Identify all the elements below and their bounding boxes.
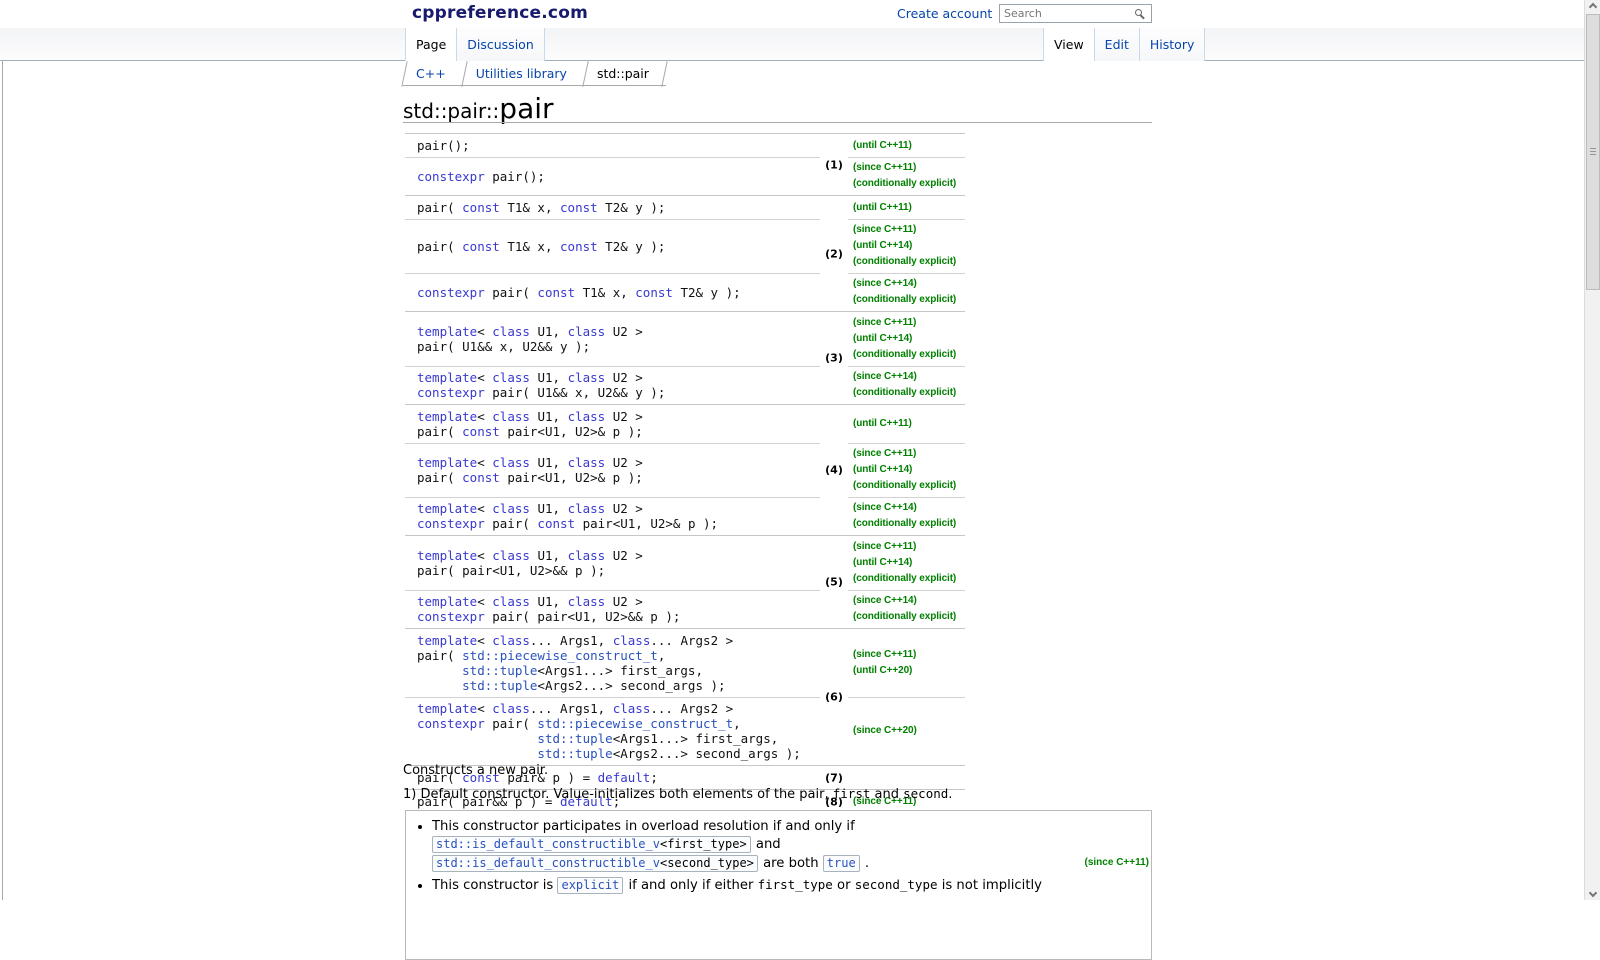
breadcrumb-utilities-library[interactable]: Utilities library — [463, 62, 584, 86]
breadcrumb: C++ Utilities library std::pair — [403, 62, 666, 86]
code-cell: template< class... Args1, class... Args2… — [405, 629, 820, 697]
code-cell: pair( const T1& x, const T2& y ); — [405, 235, 820, 258]
code-cell: template< class U1, class U2 > constexpr… — [405, 590, 820, 628]
version-marks — [848, 775, 965, 781]
inline-code-second: second — [903, 786, 948, 801]
overload-resolution-note-box: This constructor participates in overloa… — [405, 810, 1152, 960]
page-tabs: Page Discussion — [405, 28, 545, 61]
is-default-constructible-link[interactable]: std::is_default_constructible_v — [436, 856, 660, 870]
declaration-row: template< class U1, class U2 > pair( con… — [405, 443, 965, 497]
page-title-main: pair — [499, 92, 553, 125]
site-header: cppreference.com Create account — [0, 0, 1584, 28]
tab-edit[interactable]: Edit — [1094, 28, 1139, 61]
declaration-row: pair( const T1& x, const T2& y ); (until… — [405, 196, 965, 219]
scroll-up-icon[interactable] — [1588, 3, 1596, 11]
code-cell: template< class U1, class U2 > pair( con… — [405, 451, 820, 489]
vertical-scrollbar[interactable] — [1584, 0, 1600, 900]
declaration-table: (1) pair(); (until C++11) constexpr pair… — [405, 133, 965, 814]
code-cell: template< class U1, class U2 > pair( pai… — [405, 544, 820, 582]
note-item-2: This constructor is explicit if and only… — [432, 876, 1151, 895]
intro-paragraph: Constructs a new pair. — [403, 763, 548, 778]
declaration-row: template< class U1, class U2 > pair( pai… — [405, 536, 965, 590]
code-cell: constexpr pair(); — [405, 165, 820, 188]
inline-code-second-type: second_type — [855, 877, 938, 892]
code-cell: pair(); — [405, 134, 820, 157]
site-logo[interactable]: cppreference.com — [412, 3, 588, 23]
page-title: std::pair::pair — [403, 88, 554, 126]
version-marks: (since C++14) (conditionally explicit) — [848, 366, 965, 404]
declaration-row: pair(); (until C++11) — [405, 134, 965, 157]
code-box-is-default-constructible-first: std::is_default_constructible_v<first_ty… — [432, 836, 751, 853]
breadcrumb-cpp[interactable]: C++ — [403, 62, 463, 86]
version-mark: (since C++11) — [1085, 854, 1149, 871]
content-left-border — [2, 23, 3, 900]
declaration-row: template< class U1, class U2 > constexpr… — [405, 497, 965, 535]
declaration-group: (3) template< class U1, class U2 > pair(… — [405, 311, 965, 404]
inline-code-first-type: first_type — [758, 877, 833, 892]
code-cell: constexpr pair( const T1& x, const T2& y… — [405, 281, 820, 304]
declaration-row: template< class... Args1, class... Args2… — [405, 629, 965, 697]
code-box-explicit[interactable]: explicit — [557, 877, 623, 894]
declaration-group: (5) template< class U1, class U2 > pair(… — [405, 535, 965, 628]
overload-1-description: 1) Default constructor. Value-initialize… — [403, 786, 952, 802]
tab-bar: Page Discussion View Edit History — [0, 28, 1584, 61]
inline-code-first: first — [833, 786, 871, 801]
code-cell: template< class U1, class U2 > pair( con… — [405, 405, 820, 443]
declaration-row: constexpr pair( const T1& x, const T2& y… — [405, 273, 965, 311]
declaration-group: (2) pair( const T1& x, const T2& y ); (u… — [405, 195, 965, 311]
action-tabs: View Edit History — [1043, 28, 1205, 61]
version-marks: (since C++11) (until C++14) (conditional… — [848, 219, 965, 273]
version-marks: (since C++11) (conditionally explicit) — [848, 157, 965, 195]
code-box-is-default-constructible-second: std::is_default_constructible_v<second_t… — [432, 855, 758, 872]
version-marks: (since C++11) (until C++20) — [848, 644, 965, 682]
version-marks: (since C++14) (conditionally explicit) — [848, 497, 965, 535]
declaration-row: template< class U1, class U2 > constexpr… — [405, 590, 965, 628]
code-cell: template< class U1, class U2 > constexpr… — [405, 366, 820, 404]
search-box[interactable] — [999, 4, 1152, 23]
tab-page[interactable]: Page — [405, 28, 456, 61]
code-cell: template< class U1, class U2 > pair( U1&… — [405, 320, 820, 358]
tab-discussion[interactable]: Discussion — [456, 28, 544, 61]
version-marks: (since C++14) (conditionally explicit) — [848, 273, 965, 311]
declaration-row: template< class... Args1, class... Args2… — [405, 697, 965, 765]
tab-history[interactable]: History — [1139, 28, 1205, 61]
title-rule — [403, 122, 1152, 123]
note-item-1: This constructor participates in overloa… — [432, 818, 1151, 873]
breadcrumb-std-pair: std::pair — [584, 62, 666, 86]
version-marks: (until C++11) — [848, 197, 965, 219]
create-account-link[interactable]: Create account — [897, 6, 992, 21]
scrollbar-thumb[interactable] — [1586, 14, 1600, 290]
version-marks: (until C++11) — [848, 135, 965, 157]
version-marks: (since C++11) (until C++14) (conditional… — [848, 536, 965, 590]
declaration-row: template< class U1, class U2 > pair( con… — [405, 405, 965, 443]
version-marks: (since C++20) — [848, 720, 965, 742]
version-marks: (since C++11) (until C++14) (conditional… — [848, 312, 965, 366]
declaration-group: (6) template< class... Args1, class... A… — [405, 628, 965, 765]
code-cell: template< class... Args1, class... Args2… — [405, 697, 820, 765]
version-marks: (until C++11) — [848, 413, 965, 435]
scroll-down-icon[interactable] — [1588, 889, 1596, 897]
code-box-true[interactable]: true — [823, 855, 860, 872]
code-cell: pair( const T1& x, const T2& y ); — [405, 196, 820, 219]
page-title-prefix: std::pair:: — [403, 99, 499, 123]
scrollbar-grip-icon — [1590, 148, 1596, 156]
code-cell: template< class U1, class U2 > constexpr… — [405, 497, 820, 535]
version-marks: (since C++14) (conditionally explicit) — [848, 590, 965, 628]
declaration-row: template< class U1, class U2 > pair( U1&… — [405, 312, 965, 366]
declaration-row: constexpr pair(); (since C++11) (conditi… — [405, 157, 965, 195]
declaration-row: template< class U1, class U2 > constexpr… — [405, 366, 965, 404]
is-default-constructible-link[interactable]: std::is_default_constructible_v — [436, 837, 660, 851]
version-marks: (since C++11) (until C++14) (conditional… — [848, 443, 965, 497]
search-icon[interactable] — [1135, 9, 1142, 16]
tab-view[interactable]: View — [1043, 28, 1094, 61]
declaration-group: (1) pair(); (until C++11) constexpr pair… — [405, 134, 965, 195]
declaration-group: (4) template< class U1, class U2 > pair(… — [405, 404, 965, 535]
search-input[interactable] — [1000, 5, 1133, 22]
declaration-row: pair( const T1& x, const T2& y ); (since… — [405, 219, 965, 273]
